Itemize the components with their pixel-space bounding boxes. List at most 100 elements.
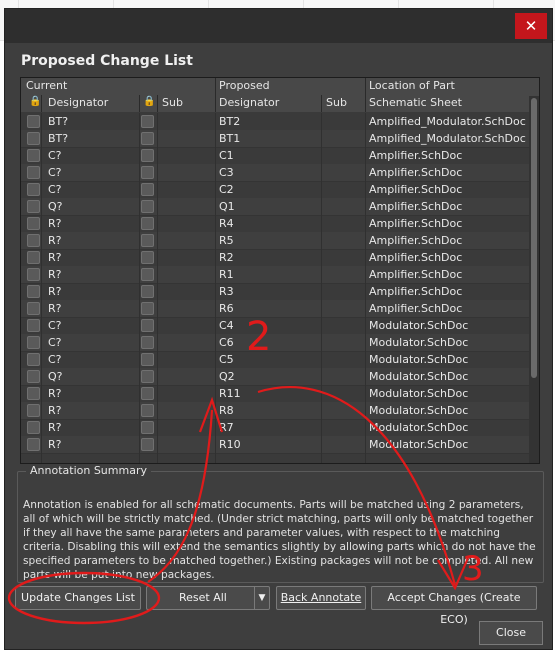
sub-lock-checkbox[interactable] xyxy=(141,421,154,434)
chevron-down-icon[interactable]: ▼ xyxy=(254,587,269,609)
column-separator xyxy=(215,113,216,463)
table-row[interactable]: R? R3 Amplifier.SchDoc xyxy=(21,283,539,301)
proposed-designator: R11 xyxy=(219,387,241,400)
sub-lock-checkbox[interactable] xyxy=(141,115,154,128)
table-row[interactable]: BT? BT2 Amplified_Modulator.SchDoc xyxy=(21,113,539,131)
lock-checkbox[interactable] xyxy=(27,387,40,400)
column-separator xyxy=(157,113,158,463)
proposed-designator: R10 xyxy=(219,438,241,451)
schematic-sheet: Amplifier.SchDoc xyxy=(369,251,463,264)
column-separator xyxy=(365,113,366,463)
group-header-location: Location of Part xyxy=(369,79,455,92)
sub-lock-checkbox[interactable] xyxy=(141,217,154,230)
reset-all-button[interactable]: Reset All ▼ xyxy=(146,586,270,610)
table-row[interactable]: R? R1 Amplifier.SchDoc xyxy=(21,266,539,284)
column-separator xyxy=(321,113,322,463)
sub-lock-checkbox[interactable] xyxy=(141,404,154,417)
lock-checkbox[interactable] xyxy=(27,166,40,179)
proposed-designator: BT1 xyxy=(219,132,241,145)
close-icon[interactable]: ✕ xyxy=(515,13,547,39)
table-row[interactable]: C? C4 Modulator.SchDoc xyxy=(21,317,539,335)
column-proposed-designator[interactable]: Designator xyxy=(219,96,279,109)
table-row[interactable]: R? R6 Amplifier.SchDoc xyxy=(21,300,539,318)
lock-checkbox[interactable] xyxy=(27,234,40,247)
lock-checkbox[interactable] xyxy=(27,268,40,281)
sub-lock-checkbox[interactable] xyxy=(141,438,154,451)
sub-lock-checkbox[interactable] xyxy=(141,166,154,179)
sub-lock-checkbox[interactable] xyxy=(141,387,154,400)
table-row[interactable]: C? C1 Amplifier.SchDoc xyxy=(21,147,539,165)
table-row[interactable]: R? R8 Modulator.SchDoc xyxy=(21,402,539,420)
sub-lock-checkbox[interactable] xyxy=(141,319,154,332)
sub-lock-checkbox[interactable] xyxy=(141,132,154,145)
table-row[interactable]: C? C5 Modulator.SchDoc xyxy=(21,351,539,369)
lock-checkbox[interactable] xyxy=(27,115,40,128)
table-row[interactable]: R? R10 Modulator.SchDoc xyxy=(21,436,539,454)
sub-lock-checkbox[interactable] xyxy=(141,251,154,264)
lock-checkbox[interactable] xyxy=(27,404,40,417)
current-designator: BT? xyxy=(48,115,69,128)
table-row[interactable]: R? R2 Amplifier.SchDoc xyxy=(21,249,539,267)
table-row[interactable]: BT? BT1 Amplified_Modulator.SchDoc xyxy=(21,130,539,148)
table-row[interactable]: C? C3 Amplifier.SchDoc xyxy=(21,164,539,182)
schematic-sheet: Modulator.SchDoc xyxy=(369,336,469,349)
update-changes-list-button[interactable]: Update Changes List xyxy=(15,586,141,610)
lock-checkbox[interactable] xyxy=(27,302,40,315)
sub-lock-checkbox[interactable] xyxy=(141,285,154,298)
lock-checkbox[interactable] xyxy=(27,285,40,298)
lock-checkbox[interactable] xyxy=(27,336,40,349)
sub-lock-checkbox[interactable] xyxy=(141,200,154,213)
lock-checkbox[interactable] xyxy=(27,353,40,366)
sub-lock-checkbox[interactable] xyxy=(141,234,154,247)
schematic-sheet: Amplifier.SchDoc xyxy=(369,200,463,213)
column-schematic-sheet[interactable]: Schematic Sheet xyxy=(369,96,462,109)
current-designator: R? xyxy=(48,285,62,298)
column-designator[interactable]: Designator xyxy=(48,96,108,109)
lock-checkbox[interactable] xyxy=(27,183,40,196)
sub-lock-checkbox[interactable] xyxy=(141,183,154,196)
column-separator xyxy=(41,113,42,463)
lock-checkbox[interactable] xyxy=(27,149,40,162)
accept-changes-button[interactable]: Accept Changes (Create ECO) xyxy=(371,586,537,626)
lock-icon[interactable]: 🔒 xyxy=(29,96,41,107)
lock-checkbox[interactable] xyxy=(27,132,40,145)
lock-icon[interactable]: 🔒 xyxy=(143,96,155,107)
column-header-row: 🔒 Designator 🔒 Sub Designator Sub Schema… xyxy=(21,95,539,112)
table-row[interactable]: R? R11 Modulator.SchDoc xyxy=(21,385,539,403)
lock-checkbox[interactable] xyxy=(27,421,40,434)
schematic-sheet: Amplified_Modulator.SchDoc xyxy=(369,132,526,145)
table-row[interactable]: R? R4 Amplifier.SchDoc xyxy=(21,215,539,233)
lock-checkbox[interactable] xyxy=(27,438,40,451)
current-designator: BT? xyxy=(48,132,69,145)
sub-lock-checkbox[interactable] xyxy=(141,149,154,162)
lock-checkbox[interactable] xyxy=(27,251,40,264)
lock-checkbox[interactable] xyxy=(27,370,40,383)
sub-lock-checkbox[interactable] xyxy=(141,336,154,349)
column-sub[interactable]: Sub xyxy=(162,96,183,109)
table-row[interactable]: Q? Q1 Amplifier.SchDoc xyxy=(21,198,539,216)
table-row[interactable]: Q? Q2 Modulator.SchDoc xyxy=(21,368,539,386)
sub-lock-checkbox[interactable] xyxy=(141,302,154,315)
proposed-change-dialog: ✕ Proposed Change List Current Proposed … xyxy=(4,8,553,650)
close-button[interactable]: Close xyxy=(479,621,543,645)
schematic-sheet: Modulator.SchDoc xyxy=(369,438,469,451)
proposed-designator: C4 xyxy=(219,319,234,332)
lock-checkbox[interactable] xyxy=(27,319,40,332)
sub-lock-checkbox[interactable] xyxy=(141,370,154,383)
lock-checkbox[interactable] xyxy=(27,200,40,213)
current-designator: C? xyxy=(48,183,62,196)
back-annotate-button[interactable]: Back Annotate xyxy=(276,586,366,610)
column-proposed-sub[interactable]: Sub xyxy=(326,96,347,109)
vertical-scrollbar[interactable] xyxy=(529,96,539,463)
sub-lock-checkbox[interactable] xyxy=(141,268,154,281)
table-row[interactable]: R? R5 Amplifier.SchDoc xyxy=(21,232,539,250)
group-header-row: Current Proposed Location of Part xyxy=(21,78,539,95)
table-row[interactable]: C? C6 Modulator.SchDoc xyxy=(21,334,539,352)
table-row[interactable]: R? R7 Modulator.SchDoc xyxy=(21,419,539,437)
schematic-sheet: Modulator.SchDoc xyxy=(369,319,469,332)
sub-lock-checkbox[interactable] xyxy=(141,353,154,366)
lock-checkbox[interactable] xyxy=(27,217,40,230)
schematic-sheet: Modulator.SchDoc xyxy=(369,421,469,434)
schematic-sheet: Amplifier.SchDoc xyxy=(369,166,463,179)
table-row[interactable]: C? C2 Amplifier.SchDoc xyxy=(21,181,539,199)
